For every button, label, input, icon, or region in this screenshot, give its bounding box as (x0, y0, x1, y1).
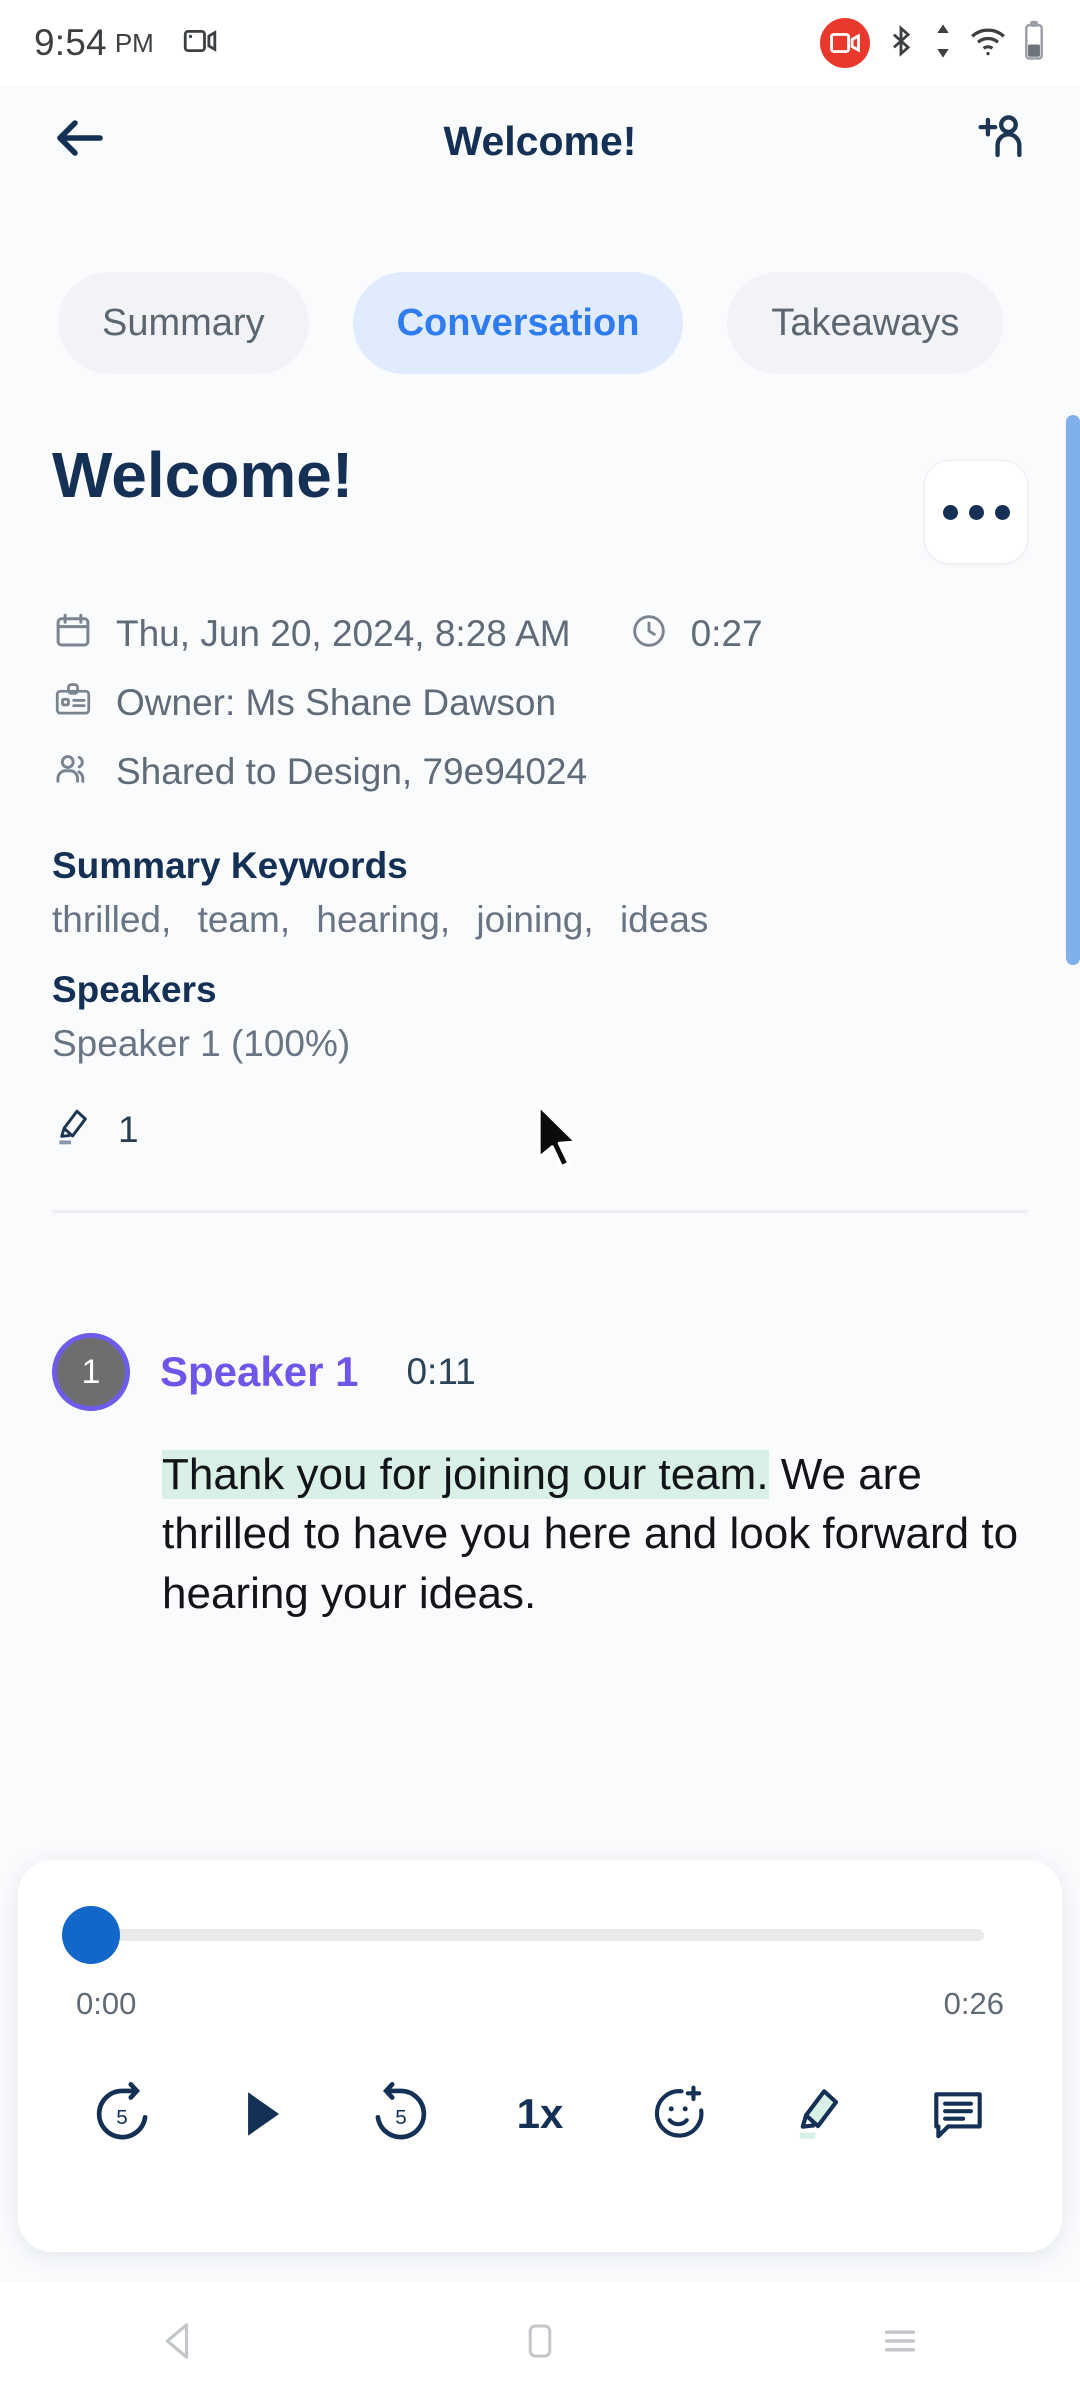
speakers-heading: Speakers (52, 969, 217, 1010)
add-person-button[interactable] (962, 100, 1038, 176)
document-meta: Thu, Jun 20, 2024, 8:28 AM 0:27 Owner: M… (0, 564, 1080, 795)
nav-home-icon (528, 2324, 552, 2358)
tab-takeaways[interactable]: Takeaways (727, 272, 1004, 374)
keyword-item: thrilled, (52, 899, 172, 940)
replay-5-icon: 5 (96, 2081, 148, 2140)
svg-text:5: 5 (116, 2106, 127, 2129)
tab-conversation-label: Conversation (396, 301, 640, 344)
calendar-icon (52, 610, 94, 657)
data-transfer-icon (932, 21, 954, 66)
playback-speed-button[interactable]: 1x (492, 2066, 588, 2162)
page-title: Welcome! (443, 117, 637, 164)
app-header: Welcome! (0, 86, 1080, 196)
battery-icon (1022, 20, 1046, 67)
nav-home-button[interactable] (480, 2282, 600, 2400)
tab-summary-label: Summary (102, 301, 265, 344)
play-button[interactable] (213, 2066, 309, 2162)
transcript-button[interactable] (910, 2066, 1006, 2162)
playback-speed-label: 1x (516, 2090, 564, 2137)
seek-thumb[interactable] (62, 1906, 120, 1964)
speaker-row[interactable]: 1 Speaker 1 0:11 (52, 1333, 1028, 1411)
nav-back-button[interactable] (120, 2282, 240, 2400)
highlighter-icon (52, 1105, 96, 1154)
status-ampm: PM (114, 27, 154, 58)
keyword-item: hearing, (316, 899, 451, 940)
seek-bar[interactable] (62, 1906, 1018, 1964)
nav-back-icon (165, 2323, 189, 2359)
current-time: 0:00 (76, 1986, 137, 2021)
play-icon (248, 2092, 280, 2136)
utterance-text[interactable]: Thank you for joining our team. We are t… (162, 1445, 1028, 1623)
document-title-row: Welcome! (0, 400, 1080, 564)
bluetooth-icon (884, 21, 918, 66)
more-dot-icon (994, 504, 1010, 520)
tab-takeaways-label: Takeaways (771, 301, 960, 344)
nav-recents-button[interactable] (840, 2282, 960, 2400)
meta-date: Thu, Jun 20, 2024, 8:28 AM (116, 612, 571, 654)
more-dot-icon (942, 504, 958, 520)
tab-summary[interactable]: Summary (58, 272, 309, 374)
tab-conversation[interactable]: Conversation (352, 272, 684, 374)
speaker-name[interactable]: Speaker 1 (160, 1348, 358, 1396)
keyword-item: team, (197, 899, 291, 940)
transcript-entry: 1 Speaker 1 0:11 Thank you for joining o… (52, 1333, 1028, 1623)
document-title: Welcome! (52, 439, 354, 511)
forward-5-icon: 5 (375, 2081, 426, 2140)
speaker-timestamp[interactable]: 0:11 (406, 1351, 475, 1393)
keyword-item: joining, (476, 899, 594, 940)
meta-duration: 0:27 (690, 612, 763, 654)
audio-player: 0:00 0:26 5 5 1x (18, 1860, 1062, 2252)
wifi-icon (968, 21, 1008, 66)
recording-badge-icon (820, 18, 870, 68)
keyword-item: ideas (619, 899, 709, 940)
content-area: Welcome! Thu, Jun 20, 2024, 8:28 AM 0:27… (0, 400, 1080, 1623)
meta-row-shared: Shared to Design, 79e94024 (52, 748, 1028, 795)
highlight-count-value: 1 (118, 1108, 139, 1150)
highlight-button[interactable] (771, 2066, 867, 2162)
summary-keywords-heading: Summary Keywords (52, 845, 408, 886)
total-time: 0:26 (943, 1986, 1004, 2021)
status-right-icons (820, 18, 1046, 68)
highlighted-span[interactable]: Thank you for joining our team. (162, 1450, 769, 1499)
back-button[interactable] (40, 98, 120, 178)
screen-record-icon (180, 20, 222, 67)
meta-shared: Shared to Design, 79e94024 (116, 750, 588, 792)
status-left-icons (180, 20, 222, 67)
seek-track[interactable] (86, 1929, 984, 1941)
highlighter-icon (799, 2089, 838, 2139)
id-badge-icon (52, 679, 94, 726)
tab-bar: Summary Conversation Takeaways (0, 268, 1080, 378)
nav-recents-icon (884, 2330, 916, 2352)
player-controls: 5 5 1x (62, 2066, 1018, 2162)
forward-5-button[interactable]: 5 (353, 2066, 449, 2162)
highlight-count-row[interactable]: 1 (0, 1065, 1080, 1154)
player-times: 0:00 0:26 (62, 1986, 1018, 2022)
add-reaction-button[interactable] (631, 2066, 727, 2162)
speakers-list: Speaker 1 (100%) (52, 1023, 351, 1064)
back-arrow-icon (57, 120, 103, 156)
svg-text:5: 5 (395, 2106, 406, 2129)
status-time: 9:54 (34, 22, 107, 63)
status-bar: 9:54 PM (0, 0, 1080, 86)
summary-keywords-list: thrilled, team, hearing, joining, ideas (0, 887, 1080, 941)
more-options-button[interactable] (924, 460, 1028, 564)
transcript-icon (934, 2092, 982, 2139)
avatar: 1 (52, 1333, 130, 1411)
add-reaction-icon (655, 2085, 704, 2138)
avatar-initial: 1 (81, 1352, 101, 1391)
add-person-icon (978, 115, 1022, 158)
transcript-list: 1 Speaker 1 0:11 Thank you for joining o… (0, 1213, 1080, 1623)
clock-icon (629, 611, 669, 656)
meta-row-owner: Owner: Ms Shane Dawson (52, 679, 1028, 726)
rewind-5-button[interactable]: 5 (74, 2066, 170, 2162)
phone-screen: 9:54 PM Welcome! Summary Conversation Ta… (0, 0, 1080, 2400)
meta-row-date: Thu, Jun 20, 2024, 8:28 AM 0:27 (52, 610, 1028, 657)
more-dot-icon (968, 504, 984, 520)
android-nav-bar (0, 2282, 1080, 2400)
people-group-icon (52, 748, 94, 795)
meta-owner: Owner: Ms Shane Dawson (116, 681, 557, 723)
